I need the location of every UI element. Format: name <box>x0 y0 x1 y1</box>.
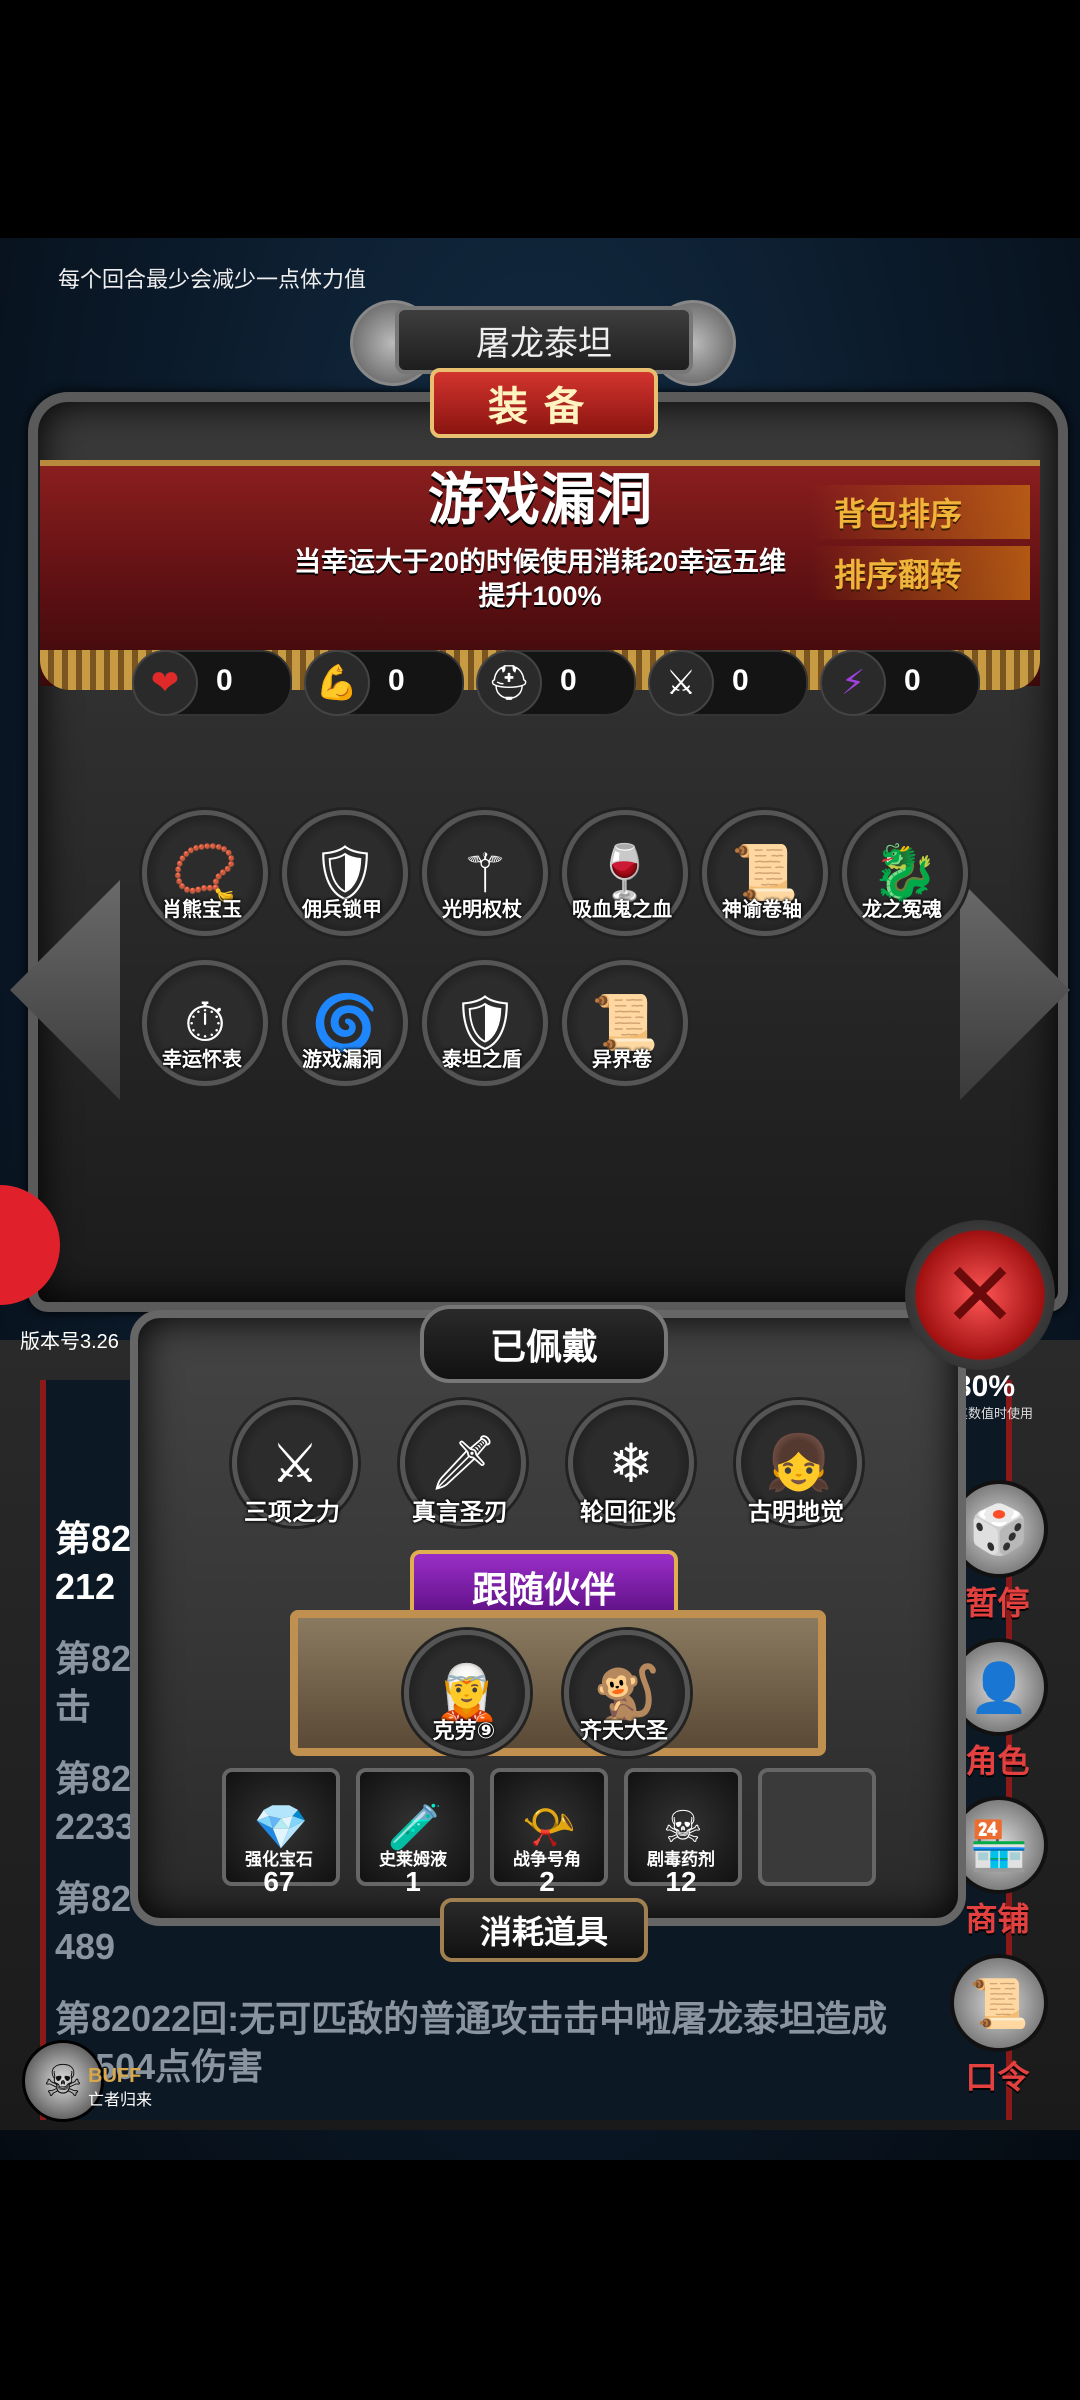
log-line: 489 <box>55 1926 116 1967</box>
consumable-slot-empty[interactable] <box>758 1768 876 1886</box>
stat-health: ❤ 0 <box>132 650 292 716</box>
consumable-count: 12 <box>665 1866 697 1897</box>
helmet-icon: ⛑ <box>476 650 542 716</box>
consumables-title: 消耗道具 <box>440 1898 648 1962</box>
stat-strength: 💪 0 <box>304 650 464 716</box>
log-line: 第82022回:无可匹敌的普通攻击击中啦屠龙泰坦造成 <box>55 1998 888 2039</box>
stat-value: 0 <box>216 664 233 697</box>
boss-name-plate: 屠龙泰坦 <box>395 306 693 374</box>
bag-slot-label: 龙之冤魂 <box>862 899 942 921</box>
selected-item-description: 当幸运大于20的时候使用消耗20幸运五维 提升100% <box>250 545 830 613</box>
close-icon: ✕ <box>942 1245 1018 1346</box>
stat-defense: ⛑ 0 <box>476 650 636 716</box>
equipped-slot-label: 真言圣刃 <box>412 1499 508 1526</box>
stat-speed: ⚡ 0 <box>820 650 980 716</box>
scroll-icon: 📜 <box>950 1954 1048 2052</box>
bag-slot-label: 泰坦之盾 <box>442 1049 522 1071</box>
counter-note: 其数值时使用 <box>955 1406 1034 1421</box>
equipment-title: 装备 <box>430 368 658 438</box>
equipped-title: 已佩戴 <box>420 1305 668 1383</box>
hint-text: 每个回合最少会减少一点体力值 <box>58 267 367 292</box>
bag-slot-label: 吸血鬼之血 <box>572 899 672 921</box>
reverse-sort-button[interactable]: 排序翻转 <box>810 546 1030 600</box>
code-button[interactable]: 📜 口令 <box>950 1954 1048 2098</box>
buff-sublabel: 亡者归来 <box>88 2092 153 2109</box>
close-button[interactable]: ✕ <box>905 1220 1055 1370</box>
stat-value: 0 <box>904 664 921 697</box>
consumable-count: 1 <box>405 1866 421 1897</box>
stat-value: 0 <box>732 664 749 697</box>
companion-label: 齐天大圣 <box>579 1718 668 1743</box>
stat-value: 0 <box>560 664 577 697</box>
log-line: 击 <box>55 1686 92 1727</box>
sort-bag-button[interactable]: 背包排序 <box>810 485 1030 539</box>
lightning-icon: ⚡ <box>820 650 886 716</box>
log-line: 第82 <box>55 1758 132 1799</box>
heart-icon: ❤ <box>132 650 198 716</box>
strength-icon: 💪 <box>304 650 370 716</box>
buff-label: BUFF <box>88 2065 142 2087</box>
stat-value: 0 <box>388 664 405 697</box>
bag-slot-label: 异界卷 <box>592 1049 652 1071</box>
description-line-2: 提升100% <box>478 581 602 611</box>
menu-label: 口令 <box>965 2059 1030 2095</box>
log-line: 212 <box>55 1566 116 1607</box>
stat-attack: ⚔ 0 <box>648 650 808 716</box>
equipped-slot-label: 古明地觉 <box>748 1499 844 1526</box>
description-line-1: 当幸运大于20的时候使用消耗20幸运五维 <box>293 547 787 577</box>
selected-item-name: 游戏漏洞 <box>428 468 652 531</box>
log-line: 2233 <box>55 1806 136 1847</box>
consumable-count: 67 <box>263 1866 295 1897</box>
bag-slot-label: 佣兵锁甲 <box>302 899 382 921</box>
consumable-count: 2 <box>539 1866 555 1897</box>
sword-icon: ⚔ <box>648 650 714 716</box>
equipped-slot-label: 轮回征兆 <box>580 1499 676 1526</box>
companion-label: 克劳⑨ <box>432 1718 496 1743</box>
bag-slot-label: 肖熊宝玉 <box>162 899 242 921</box>
bag-slot-label: 神谕卷轴 <box>722 899 802 921</box>
bag-slot-label: 幸运怀表 <box>162 1049 242 1071</box>
log-line: 第82 <box>55 1518 132 1559</box>
log-line: 第82 <box>55 1878 132 1919</box>
equipped-slot-label: 三项之力 <box>244 1499 340 1526</box>
bag-slot-label: 游戏漏洞 <box>302 1049 382 1071</box>
version-label: 版本号3.26 <box>20 1331 119 1353</box>
bag-slot-label: 光明权杖 <box>442 899 522 921</box>
